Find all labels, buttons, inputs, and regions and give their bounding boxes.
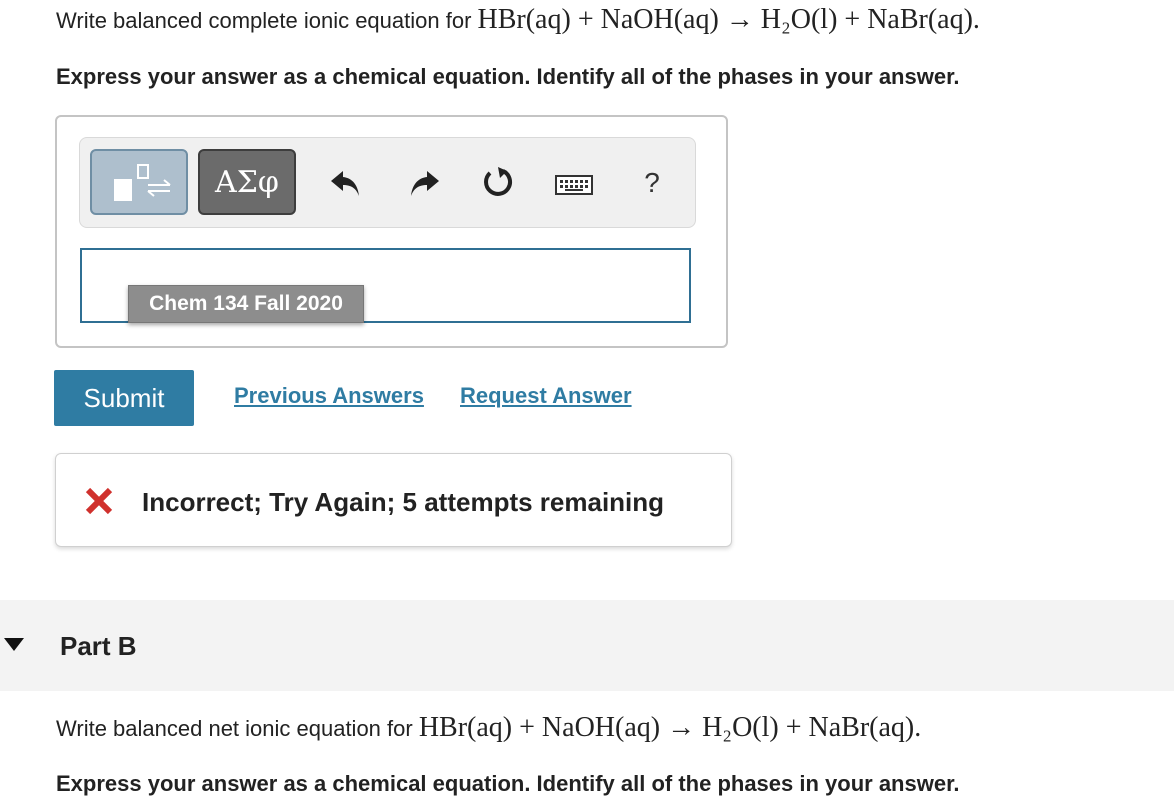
part-a-instruction: Express your answer as a chemical equati… bbox=[56, 64, 960, 89]
redo-icon bbox=[411, 171, 439, 196]
part-a-prompt: Write balanced complete ionic equation f… bbox=[56, 4, 980, 36]
part-b-header[interactable] bbox=[0, 600, 1174, 691]
part-b-prompt: Write balanced net ionic equation for HB… bbox=[56, 712, 921, 744]
submit-button[interactable]: Submit bbox=[54, 370, 194, 426]
part-a-prompt-text: Write balanced complete ionic equation f… bbox=[56, 8, 478, 33]
previous-answers-link[interactable]: Previous Answers bbox=[234, 383, 424, 409]
part-b-equation: HBr(aq) + NaOH(aq) → H₂O(l) + NaBr(aq). bbox=[418, 712, 922, 743]
redo-button[interactable] bbox=[402, 161, 446, 205]
keyboard-button[interactable] bbox=[552, 163, 596, 207]
part-b-instruction: Express your answer as a chemical equati… bbox=[56, 771, 960, 796]
caret-down-icon[interactable] bbox=[4, 638, 24, 652]
templates-icon bbox=[114, 164, 171, 201]
part-b-prompt-text: Write balanced net ionic equation for bbox=[56, 716, 419, 741]
help-button[interactable]: ? bbox=[630, 161, 674, 205]
part-a-equation: HBr(aq) + NaOH(aq) → H₂O(l) + NaBr(aq). bbox=[477, 4, 980, 35]
reset-button[interactable] bbox=[476, 160, 520, 204]
x-mark-icon bbox=[85, 487, 113, 515]
greek-symbols-button[interactable]: ΑΣφ bbox=[198, 149, 296, 215]
keyboard-icon bbox=[555, 175, 593, 195]
undo-button[interactable] bbox=[324, 161, 368, 205]
reset-icon bbox=[484, 167, 513, 196]
course-tooltip: Chem 134 Fall 2020 bbox=[128, 285, 364, 323]
templates-button[interactable] bbox=[90, 149, 188, 215]
feedback-message: Incorrect; Try Again; 5 attempts remaini… bbox=[142, 487, 665, 517]
part-b-title[interactable]: Part B bbox=[60, 631, 137, 662]
request-answer-link[interactable]: Request Answer bbox=[460, 383, 632, 409]
undo-icon bbox=[331, 171, 359, 196]
